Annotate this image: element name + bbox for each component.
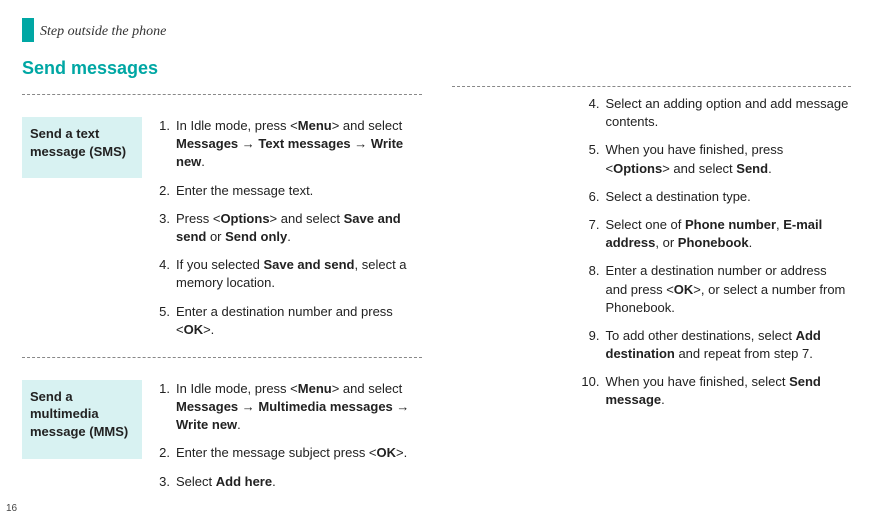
- step-text: Select one of Phone number, E-mail addre…: [606, 216, 852, 252]
- step-item: 4.If you selected Save and send, select …: [154, 256, 422, 292]
- manual-page: Step outside the phone Send messages Sen…: [0, 0, 873, 520]
- mms-block-divider: Send a multimedia message (MMS) 1.In Idl…: [22, 357, 422, 501]
- content-columns: Send a text message (SMS) 1.In Idle mode…: [22, 86, 851, 490]
- step-number: 3.: [154, 473, 176, 491]
- step-text: In Idle mode, press <Menu> and select Me…: [176, 380, 422, 435]
- step-number: 2.: [154, 182, 176, 200]
- step-number: 4.: [580, 95, 606, 131]
- step-item: 8.Enter a destination number or address …: [580, 262, 852, 317]
- step-text: Enter the message text.: [176, 182, 422, 200]
- step-text: To add other destinations, select Add de…: [606, 327, 852, 363]
- step-item: 2.Enter the message text.: [154, 182, 422, 200]
- step-item: 3.Press <Options> and select Save and se…: [154, 210, 422, 246]
- step-text: Press <Options> and select Save and send…: [176, 210, 422, 246]
- step-item: 9.To add other destinations, select Add …: [580, 327, 852, 363]
- sms-steps: 1.In Idle mode, press <Menu> and select …: [154, 117, 422, 349]
- step-number: 3.: [154, 210, 176, 246]
- step-text: If you selected Save and send, select a …: [176, 256, 422, 292]
- step-item: 3.Select Add here.: [154, 473, 422, 491]
- step-number: 10.: [580, 373, 606, 409]
- accent-bar: [22, 18, 34, 42]
- step-text: Select Add here.: [176, 473, 422, 491]
- step-item: 2.Enter the message subject press <OK>.: [154, 444, 422, 462]
- step-number: 1.: [154, 117, 176, 172]
- step-number: 9.: [580, 327, 606, 363]
- sms-block-divider: Send a text message (SMS) 1.In Idle mode…: [22, 94, 422, 349]
- step-text: Enter the message subject press <OK>.: [176, 444, 422, 462]
- chapter-title: Step outside the phone: [40, 24, 166, 40]
- step-text: Select an adding option and add message …: [606, 95, 852, 131]
- mms-label: Send a multimedia message (MMS): [22, 380, 142, 459]
- step-text: Enter a destination number and press <OK…: [176, 303, 422, 339]
- mms-steps: 1.In Idle mode, press <Menu> and select …: [154, 380, 422, 501]
- step-number: 7.: [580, 216, 606, 252]
- sms-label: Send a text message (SMS): [22, 117, 142, 178]
- step-item: 1.In Idle mode, press <Menu> and select …: [154, 117, 422, 172]
- step-number: 8.: [580, 262, 606, 317]
- step-number: 6.: [580, 188, 606, 206]
- step-number: 5.: [580, 141, 606, 177]
- mms-block: Send a multimedia message (MMS) 1.In Idl…: [22, 368, 422, 501]
- step-item: 7.Select one of Phone number, E-mail add…: [580, 216, 852, 252]
- step-text: Enter a destination number or address an…: [606, 262, 852, 317]
- step-item: 6.Select a destination type.: [580, 188, 852, 206]
- left-column: Send a text message (SMS) 1.In Idle mode…: [22, 86, 422, 490]
- step-text: When you have finished, press <Options> …: [606, 141, 852, 177]
- step-item: 1.In Idle mode, press <Menu> and select …: [154, 380, 422, 435]
- step-text: When you have finished, select Send mess…: [606, 373, 852, 409]
- page-number: 16: [6, 503, 17, 514]
- step-item: 5.Enter a destination number and press <…: [154, 303, 422, 339]
- step-item: 5.When you have finished, press <Options…: [580, 141, 852, 177]
- step-item: 10.When you have finished, select Send m…: [580, 373, 852, 409]
- section-heading: Send messages: [22, 58, 158, 79]
- step-number: 2.: [154, 444, 176, 462]
- step-number: 5.: [154, 303, 176, 339]
- sms-block: Send a text message (SMS) 1.In Idle mode…: [22, 105, 422, 349]
- step-number: 4.: [154, 256, 176, 292]
- step-text: In Idle mode, press <Menu> and select Me…: [176, 117, 422, 172]
- right-column: 4.Select an adding option and add messag…: [452, 86, 852, 490]
- step-text: Select a destination type.: [606, 188, 852, 206]
- right-block-divider: 4.Select an adding option and add messag…: [452, 86, 852, 410]
- step-number: 1.: [154, 380, 176, 435]
- step-item: 4.Select an adding option and add messag…: [580, 95, 852, 131]
- mms-steps-continued: 4.Select an adding option and add messag…: [452, 95, 852, 410]
